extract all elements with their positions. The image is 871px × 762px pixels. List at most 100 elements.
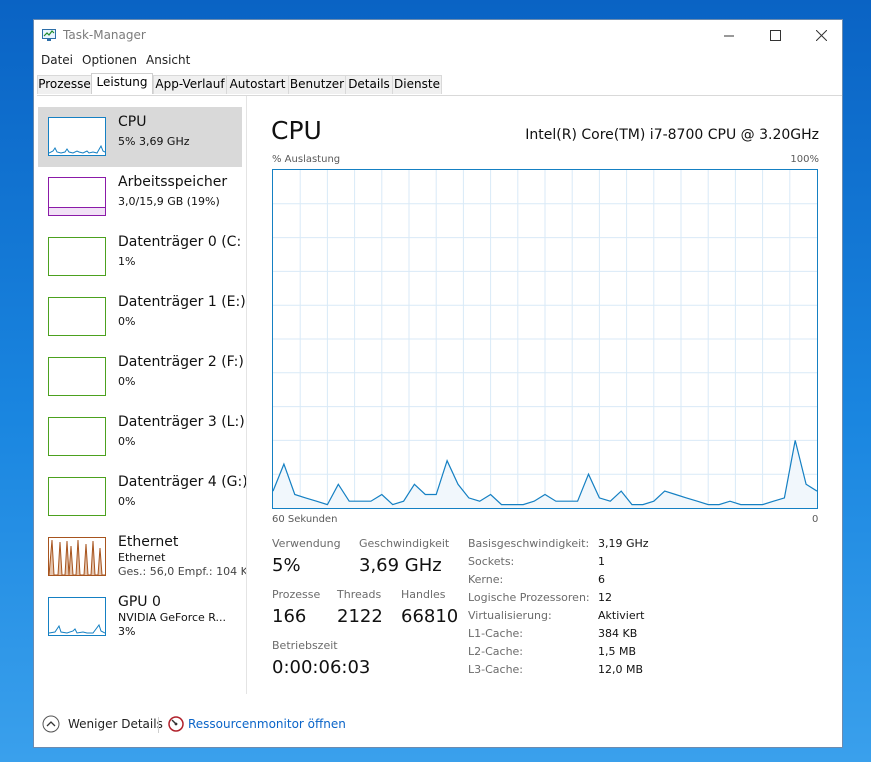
- detail-label: L3-Cache:: [468, 663, 524, 676]
- speed-value: 3,69 GHz: [359, 555, 442, 576]
- menu-datei[interactable]: Datei: [41, 53, 73, 67]
- graph-x-axis-label: 60 Sekunden: [272, 514, 338, 525]
- sidebar-item-value: 1%: [118, 255, 136, 268]
- detail-value: 12: [598, 591, 612, 604]
- speed-label: Geschwindigkeit: [359, 537, 450, 550]
- close-button[interactable]: [798, 20, 844, 51]
- disk-thumbnail: [48, 237, 106, 276]
- tab-bar: Prozesse Leistung App-Verlauf Autostart …: [37, 73, 842, 96]
- task-manager-window: Task-Manager Datei Optionen Ansicht Proz…: [33, 19, 843, 748]
- detail-label: L2-Cache:: [468, 645, 524, 658]
- cpu-usage-graph: [272, 169, 818, 509]
- sidebar-item-disk-0[interactable]: Datenträger 0 (C: D 1%: [38, 227, 246, 287]
- threads-label: Threads: [337, 588, 382, 601]
- gpu-mini-graph: [48, 623, 106, 634]
- tab-dienste[interactable]: Dienste: [392, 75, 442, 94]
- sidebar-item-ethernet[interactable]: Ethernet Ethernet Ges.: 56,0 Empf.: 104 …: [38, 527, 246, 587]
- detail-label: Logische Prozessoren:: [468, 591, 590, 604]
- title-bar: Task-Manager: [34, 20, 842, 51]
- disk-thumbnail: [48, 357, 106, 396]
- disk-thumbnail: [48, 417, 106, 456]
- usage-value: 5%: [272, 555, 301, 576]
- sidebar-item-title: CPU: [118, 114, 147, 130]
- sidebar-item-memory[interactable]: Arbeitsspeicher 3,0/15,9 GB (19%): [38, 167, 242, 227]
- sidebar-item-title: Arbeitsspeicher: [118, 174, 228, 190]
- sidebar-item-title: Datenträger 3 (L:): [118, 414, 245, 430]
- sidebar-item-value: 0%: [118, 435, 136, 448]
- sidebar-item-title: Datenträger 2 (F:): [118, 354, 244, 370]
- detail-label: Kerne:: [468, 573, 504, 586]
- disk-thumbnail: [48, 477, 106, 516]
- detail-value: Aktiviert: [598, 609, 645, 622]
- detail-label: Virtualisierung:: [468, 609, 552, 622]
- handles-value: 66810: [401, 606, 459, 627]
- sidebar-item-throughput: Ges.: 56,0 Empf.: 104 KB: [118, 565, 247, 578]
- sidebar-item-gpu[interactable]: GPU 0 NVIDIA GeForce R... 3%: [38, 587, 242, 647]
- detail-value: 6: [598, 573, 605, 586]
- cpu-thumbnail: [48, 117, 106, 156]
- detail-label: Basisgeschwindigkeit:: [468, 537, 590, 550]
- menu-optionen[interactable]: Optionen: [82, 53, 137, 67]
- footer-bar: Weniger Details Ressourcenmonitor öffnen: [34, 706, 842, 746]
- sidebar-item-disk-4[interactable]: Datenträger 4 (G:) 0%: [38, 467, 246, 527]
- menu-ansicht[interactable]: Ansicht: [146, 53, 190, 67]
- usage-label: Verwendung: [272, 537, 341, 550]
- resource-monitor-icon: [168, 716, 184, 732]
- fewer-details-link[interactable]: Weniger Details: [68, 717, 163, 731]
- memory-thumbnail: [48, 177, 106, 216]
- maximize-button[interactable]: [752, 20, 798, 51]
- sidebar-item-disk-2[interactable]: Datenträger 2 (F:) 0%: [38, 347, 244, 407]
- resource-monitor-link[interactable]: Ressourcenmonitor öffnen: [188, 717, 346, 731]
- disk-thumbnail: [48, 297, 106, 336]
- cpu-detail-panel: CPU Intel(R) Core(TM) i7-8700 CPU @ 3.20…: [247, 96, 843, 694]
- threads-value: 2122: [337, 606, 383, 627]
- sidebar-item-value: 0%: [118, 375, 136, 388]
- detail-label: Sockets:: [468, 555, 515, 568]
- minimize-button[interactable]: [706, 20, 752, 51]
- cpu-model-name: Intel(R) Core(TM) i7-8700 CPU @ 3.20GHz: [525, 127, 819, 143]
- detail-value: 12,0 MB: [598, 663, 644, 676]
- maximize-icon: [769, 30, 781, 41]
- tab-prozesse[interactable]: Prozesse: [37, 75, 92, 94]
- menu-bar: Datei Optionen Ansicht: [34, 51, 842, 71]
- sidebar-item-title: Datenträger 0 (C: D: [118, 234, 247, 250]
- ethernet-thumbnail: [48, 537, 106, 576]
- graph-x-end-label: 0: [812, 514, 819, 525]
- sidebar-item-disk-3[interactable]: Datenträger 3 (L:) 0%: [38, 407, 245, 467]
- sidebar-item-value: 3%: [118, 625, 136, 638]
- window-title: Task-Manager: [63, 28, 146, 42]
- sidebar-item-title: GPU 0: [118, 594, 161, 610]
- sidebar-item-title: Datenträger 4 (G:): [118, 474, 247, 490]
- resource-sidebar: CPU 5% 3,69 GHz Arbeitsspeicher 3,0/15,9…: [34, 96, 247, 694]
- detail-label: L1-Cache:: [468, 627, 524, 640]
- uptime-value: 0:00:06:03: [272, 657, 371, 678]
- sidebar-item-value: 3,0/15,9 GB (19%): [118, 195, 220, 208]
- ethernet-mini-graph: [48, 539, 105, 576]
- processes-label: Prozesse: [272, 588, 321, 601]
- sidebar-item-title: Datenträger 1 (E:): [118, 294, 246, 310]
- sidebar-item-adapter: Ethernet: [118, 551, 166, 564]
- gpu-thumbnail: [48, 597, 106, 636]
- cpu-usage-chart: [273, 170, 817, 508]
- tab-app-verlauf[interactable]: App-Verlauf: [153, 75, 227, 94]
- footer-divider: [158, 717, 159, 733]
- detail-value: 3,19 GHz: [598, 537, 649, 550]
- graph-y-max-label: 100%: [790, 154, 819, 165]
- sidebar-item-value: 0%: [118, 495, 136, 508]
- sidebar-item-title: Ethernet: [118, 534, 179, 550]
- detail-value: 1: [598, 555, 605, 568]
- chevron-up-icon[interactable]: [42, 715, 60, 733]
- sidebar-item-cpu[interactable]: CPU 5% 3,69 GHz: [38, 107, 242, 167]
- sidebar-item-disk-1[interactable]: Datenträger 1 (E:) 0%: [38, 287, 246, 347]
- sidebar-item-value: 0%: [118, 315, 136, 328]
- close-icon: [815, 30, 827, 41]
- sidebar-item-model: NVIDIA GeForce R...: [118, 611, 227, 624]
- detail-value: 1,5 MB: [598, 645, 637, 658]
- tab-leistung[interactable]: Leistung: [91, 73, 153, 94]
- handles-label: Handles: [401, 588, 446, 601]
- tab-details[interactable]: Details: [345, 75, 393, 94]
- tab-autostart[interactable]: Autostart: [226, 75, 289, 94]
- processes-value: 166: [272, 606, 307, 627]
- uptime-label: Betriebszeit: [272, 639, 338, 652]
- tab-benutzer[interactable]: Benutzer: [288, 75, 346, 94]
